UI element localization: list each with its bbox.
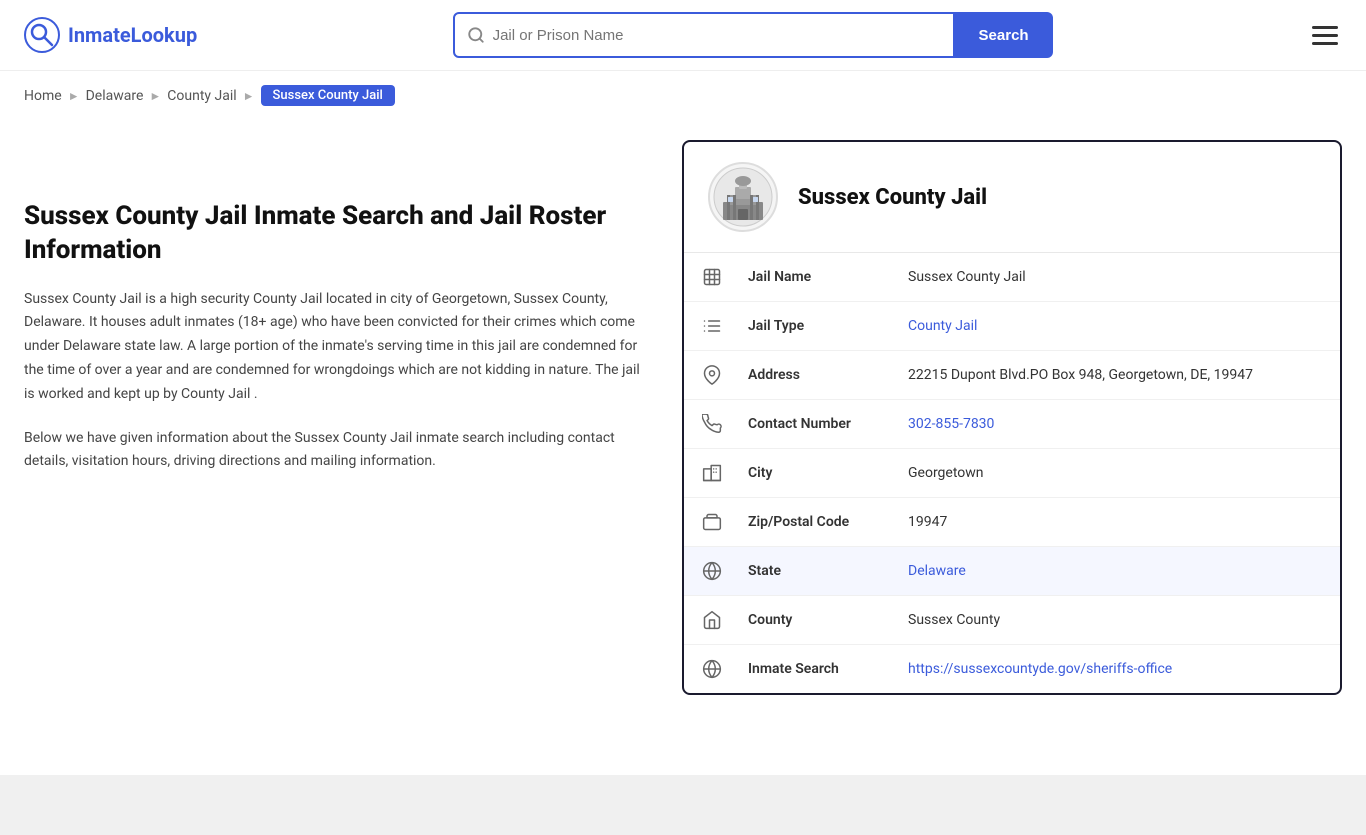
- info-row-label: County: [740, 598, 900, 642]
- info-row-label: Contact Number: [740, 402, 900, 446]
- logo-text: InmateLookup: [68, 23, 197, 47]
- info-row-value[interactable]: https://sussexcountyde.gov/sheriffs-offi…: [900, 647, 1340, 691]
- hamburger-menu[interactable]: [1308, 22, 1342, 49]
- info-row: State Delaware: [684, 547, 1340, 596]
- jail-avatar: [708, 162, 778, 232]
- info-row-value[interactable]: Delaware: [900, 549, 1340, 593]
- header: InmateLookup Search: [0, 0, 1366, 71]
- globe-icon: [684, 547, 740, 595]
- info-row-label: Address: [740, 353, 900, 397]
- breadcrumb: Home ► Delaware ► County Jail ► Sussex C…: [0, 71, 1366, 120]
- info-row-label: Jail Name: [740, 255, 900, 299]
- info-row-link[interactable]: 302-855-7830: [908, 416, 994, 432]
- breadcrumb-sep-3: ►: [243, 89, 255, 103]
- mail-icon: [684, 498, 740, 546]
- breadcrumb-current: Sussex County Jail: [261, 85, 395, 106]
- breadcrumb-delaware[interactable]: Delaware: [86, 88, 144, 104]
- page-title: Sussex County Jail Inmate Search and Jai…: [24, 200, 642, 268]
- info-row-value: 19947: [900, 500, 1340, 544]
- info-row-label: City: [740, 451, 900, 495]
- footer-bar: [0, 775, 1366, 835]
- pin-icon: [684, 351, 740, 399]
- jail-building-image: [713, 167, 773, 227]
- jail-icon: [684, 253, 740, 301]
- info-row: CityGeorgetown: [684, 449, 1340, 498]
- left-panel: Sussex County Jail Inmate Search and Jai…: [24, 140, 682, 695]
- info-card-header: Sussex County Jail: [684, 142, 1340, 253]
- info-row-label: Zip/Postal Code: [740, 500, 900, 544]
- globe2-icon: [684, 645, 740, 693]
- info-row: Jail NameSussex County Jail: [684, 253, 1340, 302]
- jail-name-heading: Sussex County Jail: [798, 185, 987, 210]
- info-row: Zip/Postal Code19947: [684, 498, 1340, 547]
- info-row-value: Georgetown: [900, 451, 1340, 495]
- breadcrumb-home[interactable]: Home: [24, 88, 62, 104]
- search-input[interactable]: [493, 27, 941, 44]
- info-row: Address22215 Dupont Blvd.PO Box 948, Geo…: [684, 351, 1340, 400]
- search-bar: Search: [453, 12, 1053, 58]
- info-row-link[interactable]: County Jail: [908, 318, 977, 334]
- search-icon: [467, 26, 485, 44]
- phone-icon: [684, 400, 740, 448]
- info-row: Inmate Search https://sussexcountyde.gov/…: [684, 645, 1340, 693]
- info-row: Jail Type County Jail: [684, 302, 1340, 351]
- info-rows-container: Jail NameSussex County JailJail Type Coun…: [684, 253, 1340, 693]
- info-row: Contact Number 302-855-7830: [684, 400, 1340, 449]
- info-row-label: State: [740, 549, 900, 593]
- list-icon: [684, 302, 740, 350]
- description-1: Sussex County Jail is a high security Co…: [24, 288, 642, 407]
- info-row-value[interactable]: County Jail: [900, 304, 1340, 348]
- info-row-label: Jail Type: [740, 304, 900, 348]
- breadcrumb-county-jail[interactable]: County Jail: [167, 88, 236, 104]
- info-row-value[interactable]: 302-855-7830: [900, 402, 1340, 446]
- county-icon: [684, 596, 740, 644]
- logo-link[interactable]: InmateLookup: [24, 17, 197, 53]
- info-row-link[interactable]: https://sussexcountyde.gov/sheriffs-offi…: [908, 661, 1172, 677]
- info-row-value: Sussex County: [900, 598, 1340, 642]
- info-row: CountySussex County: [684, 596, 1340, 645]
- breadcrumb-sep-2: ►: [149, 89, 161, 103]
- info-row-link[interactable]: Delaware: [908, 563, 966, 579]
- city-icon: [684, 449, 740, 497]
- info-row-value: 22215 Dupont Blvd.PO Box 948, Georgetown…: [900, 353, 1340, 397]
- breadcrumb-sep-1: ►: [68, 89, 80, 103]
- search-button[interactable]: Search: [955, 12, 1053, 58]
- info-card: Sussex County Jail Jail NameSussex Count…: [682, 140, 1342, 695]
- info-row-value: Sussex County Jail: [900, 255, 1340, 299]
- description-2: Below we have given information about th…: [24, 427, 642, 475]
- info-row-label: Inmate Search: [740, 647, 900, 691]
- search-input-wrapper: [453, 12, 955, 58]
- right-panel: Sussex County Jail Jail NameSussex Count…: [682, 140, 1342, 695]
- main-content: Sussex County Jail Inmate Search and Jai…: [0, 120, 1366, 735]
- logo-icon: [24, 17, 60, 53]
